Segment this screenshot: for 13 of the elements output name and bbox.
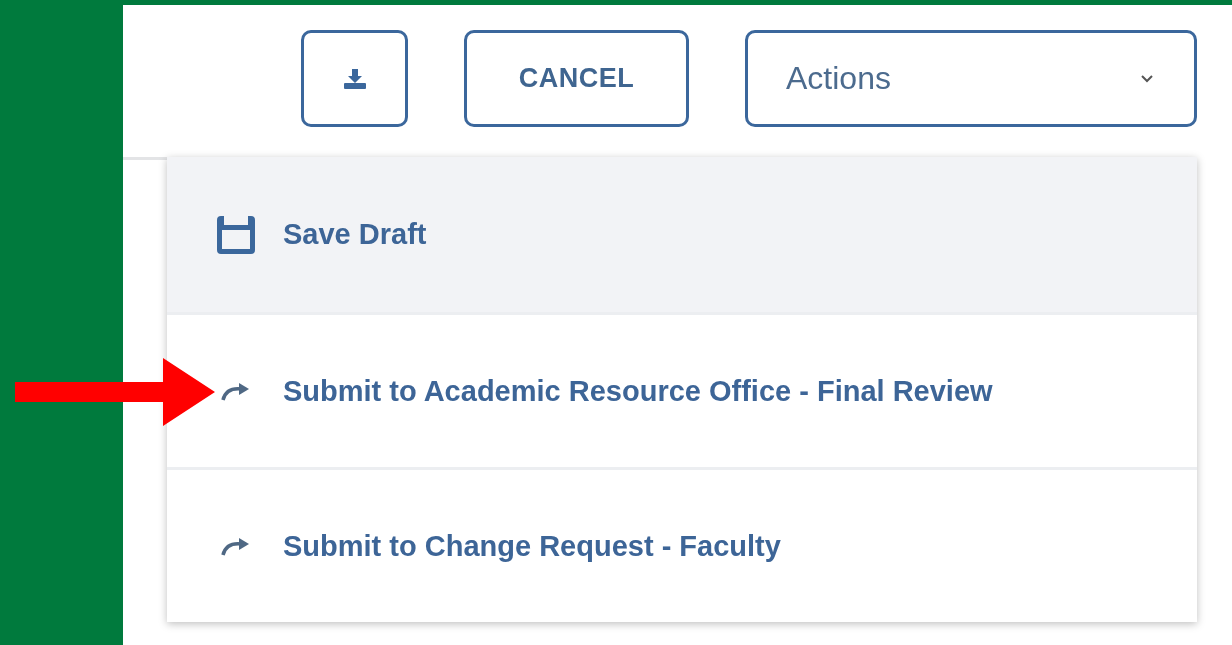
- menu-item[interactable]: Submit to Change Request - Faculty: [167, 467, 1197, 622]
- share-arrow-icon: [221, 381, 251, 401]
- chevron-icon: [1140, 74, 1154, 83]
- share-arrow-icon: [221, 536, 251, 556]
- actions-select[interactable]: Actions: [745, 30, 1197, 127]
- cancel-button[interactable]: CANCEL: [464, 30, 689, 127]
- menu-item-label: Submit to Academic Resource Office - Final Review: [283, 374, 993, 408]
- menu-item[interactable]: Save Draft: [167, 157, 1197, 312]
- download-icon: [343, 68, 366, 89]
- menu-item-label: Submit to Change Request - Faculty: [283, 529, 781, 563]
- select-value: Actions: [786, 60, 891, 97]
- download-button[interactable]: [301, 30, 408, 127]
- menu-item-label: Save Draft: [283, 218, 427, 251]
